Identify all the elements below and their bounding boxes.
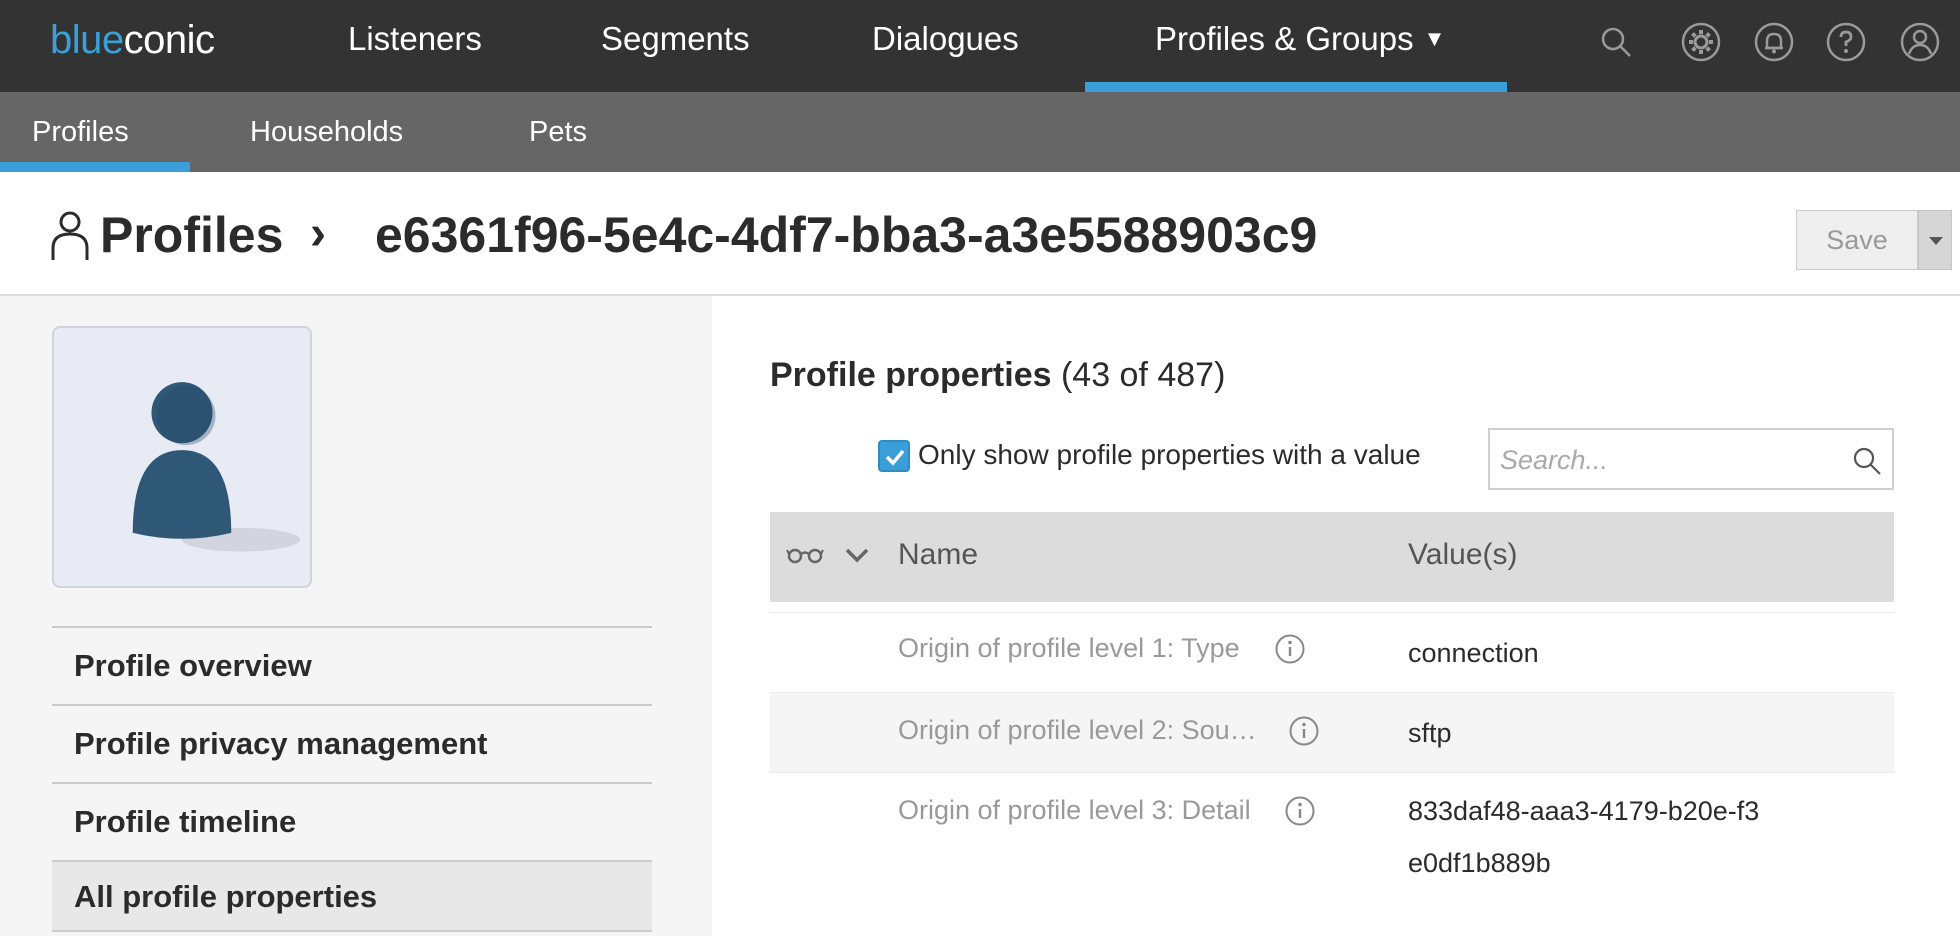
help-icon[interactable]: [1826, 22, 1866, 62]
property-value: connection: [1408, 638, 1539, 668]
search-icon[interactable]: [1852, 446, 1882, 476]
info-icon[interactable]: [1284, 795, 1316, 827]
only-with-value-label[interactable]: Only show profile properties with a valu…: [918, 439, 1421, 471]
save-button[interactable]: Save: [1796, 210, 1918, 270]
table-header: Name Value(s): [770, 512, 1894, 602]
nav-segments-label: Segments: [601, 20, 750, 57]
breadcrumb-profiles[interactable]: Profiles: [100, 206, 283, 264]
menu-all-profile-properties-label: All profile properties: [74, 879, 378, 914]
subnav-profiles-label: Profiles: [32, 116, 129, 148]
nav-dialogues[interactable]: Dialogues: [872, 20, 1019, 92]
nav-dialogues-label: Dialogues: [872, 20, 1019, 57]
subnav-profiles[interactable]: Profiles: [0, 92, 190, 172]
caret-down-icon: ▼: [1423, 26, 1446, 51]
profile-menu: Profile overview Profile privacy managem…: [52, 626, 652, 932]
subnav-pets-label: Pets: [529, 116, 588, 148]
info-icon[interactable]: [1288, 715, 1320, 747]
sub-navigation: Profiles Households Pets: [0, 92, 1960, 172]
settings-icon[interactable]: [1681, 22, 1721, 62]
menu-profile-privacy-management[interactable]: Profile privacy management: [52, 704, 652, 782]
logo-text-blue: blue: [50, 18, 124, 62]
property-name: Origin of profile level 1: Type: [898, 633, 1240, 663]
logo-text-conic: conic: [123, 18, 215, 62]
avatar: [52, 326, 312, 588]
nav-segments[interactable]: Segments: [601, 20, 750, 92]
blueconic-logo[interactable]: blueconic: [50, 18, 215, 63]
nav-listeners[interactable]: Listeners: [348, 20, 482, 92]
menu-profile-overview[interactable]: Profile overview: [52, 626, 652, 704]
person-icon: [51, 211, 89, 260]
nav-profiles-groups-label: Profiles & Groups: [1155, 20, 1414, 57]
subnav-households[interactable]: Households: [250, 92, 403, 172]
left-panel: Profile overview Profile privacy managem…: [0, 296, 712, 936]
property-value: 833daf48-aaa3-4179-b20e-f3e0df1b889b: [1408, 796, 1760, 878]
nav-profiles-groups[interactable]: Profiles & Groups ▼: [1085, 20, 1507, 92]
column-header-value[interactable]: Value(s): [1408, 538, 1517, 572]
table-row: Origin of profile level 1: Type connecti…: [770, 612, 1894, 692]
menu-profile-timeline[interactable]: Profile timeline: [52, 782, 652, 860]
breadcrumb-separator: ›: [310, 207, 326, 260]
column-header-name[interactable]: Name: [898, 538, 978, 572]
properties-count: (43 of 487): [1060, 356, 1226, 394]
table-row: Origin of profile level 2: Sou… sftp: [770, 692, 1894, 772]
notifications-icon[interactable]: [1754, 22, 1794, 62]
table-row: Origin of profile level 3: Detail 833daf…: [770, 772, 1894, 902]
save-options-dropdown-button[interactable]: [1918, 210, 1952, 270]
properties-table: Name Value(s) Origin of profile level 1:…: [770, 512, 1894, 902]
subnav-households-label: Households: [250, 116, 404, 148]
page-title: e6361f96-5e4c-4df7-bba3-a3e5588903c9: [375, 207, 1318, 263]
only-with-value-checkbox[interactable]: [878, 440, 910, 472]
property-search-input[interactable]: [1500, 440, 1830, 480]
menu-profile-overview-label: Profile overview: [74, 648, 312, 683]
property-value: sftp: [1408, 718, 1452, 748]
info-icon[interactable]: [1274, 633, 1306, 665]
chevron-down-icon[interactable]: [844, 544, 870, 566]
property-name: Origin of profile level 3: Detail: [898, 795, 1251, 825]
menu-profile-privacy-management-label: Profile privacy management: [74, 726, 488, 761]
properties-panel: Profile properties (43 of 487) Only show…: [712, 296, 1960, 936]
glasses-icon[interactable]: [786, 542, 824, 566]
menu-profile-timeline-label: Profile timeline: [74, 804, 297, 839]
section-title: Profile properties (43 of 487): [770, 356, 1225, 395]
property-name: Origin of profile level 2: Sou…: [898, 715, 1257, 745]
properties-title: Profile properties: [770, 356, 1052, 394]
top-navigation: blueconic Listeners Segments Dialogues P…: [0, 0, 1960, 92]
subnav-pets[interactable]: Pets: [529, 92, 587, 172]
checkmark-icon: [885, 449, 905, 466]
profile-silhouette-icon: [132, 382, 301, 552]
property-search: [1488, 428, 1894, 490]
search-icon[interactable]: [1598, 24, 1634, 60]
page-header: Profiles › e6361f96-5e4c-4df7-bba3-a3e55…: [0, 172, 1960, 296]
nav-listeners-label: Listeners: [348, 20, 482, 57]
user-account-icon[interactable]: [1900, 22, 1940, 62]
menu-all-profile-properties[interactable]: All profile properties: [52, 860, 652, 932]
